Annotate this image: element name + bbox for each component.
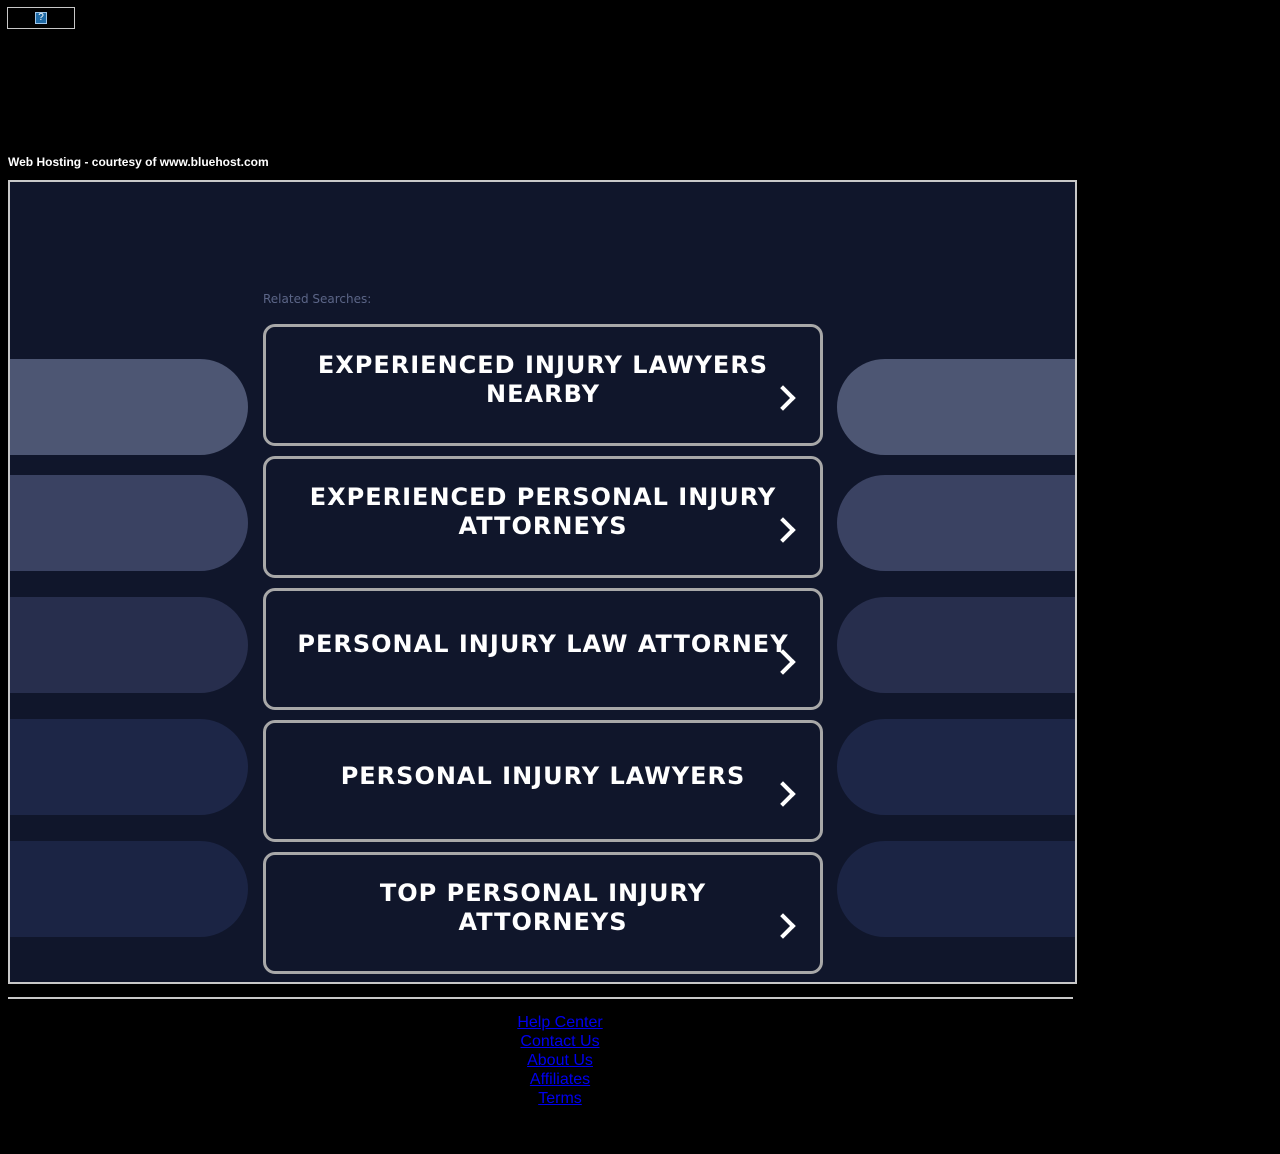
footer-links: Help Center Contact Us About Us Affiliat… <box>0 1013 1120 1108</box>
search-link-button[interactable]: PERSONAL INJURY LAWYERS <box>263 720 823 842</box>
footer-link-about-us[interactable]: About Us <box>0 1051 1120 1070</box>
footer-divider <box>8 997 1073 999</box>
search-link-button[interactable]: TOP PERSONAL INJURY ATTORNEYS <box>263 852 823 974</box>
search-link-button[interactable]: EXPERIENCED INJURY LAWYERS NEARBY <box>263 324 823 446</box>
footer-link-help-center[interactable]: Help Center <box>0 1013 1120 1032</box>
decorative-pill <box>837 597 1075 693</box>
search-link-label: TOP PERSONAL INJURY ATTORNEYS <box>379 879 707 936</box>
broken-image-icon: ? <box>35 12 47 24</box>
related-searches-label: Related Searches: <box>263 292 372 306</box>
decorative-pill <box>10 475 248 571</box>
search-link-button[interactable]: EXPERIENCED PERSONAL INJURY ATTORNEYS <box>263 456 823 578</box>
decorative-pill <box>837 841 1075 937</box>
broken-image-box: ? <box>7 7 75 29</box>
decorative-pill <box>10 841 248 937</box>
decorative-pill <box>837 359 1075 455</box>
decorative-pill <box>837 719 1075 815</box>
search-link-label: EXPERIENCED PERSONAL INJURY ATTORNEYS <box>309 483 777 540</box>
search-link-label: EXPERIENCED INJURY LAWYERS NEARBY <box>317 351 769 408</box>
footer-link-terms[interactable]: Terms <box>0 1089 1120 1108</box>
search-link-label: PERSONAL INJURY LAWYERS <box>340 761 746 790</box>
search-link-label: PERSONAL INJURY LAW ATTORNEY <box>297 629 789 658</box>
related-searches-frame: Related Searches: EXPERIENCED INJURY LAW… <box>8 180 1077 984</box>
decorative-pill <box>10 597 248 693</box>
search-link-button[interactable]: PERSONAL INJURY LAW ATTORNEY <box>263 588 823 710</box>
decorative-pill <box>10 719 248 815</box>
footer-link-contact-us[interactable]: Contact Us <box>0 1032 1120 1051</box>
decorative-pill <box>10 359 248 455</box>
decorative-pill <box>837 475 1075 571</box>
hosting-credit: Web Hosting - courtesy of www.bluehost.c… <box>8 155 269 169</box>
footer-link-affiliates[interactable]: Affiliates <box>0 1070 1120 1089</box>
